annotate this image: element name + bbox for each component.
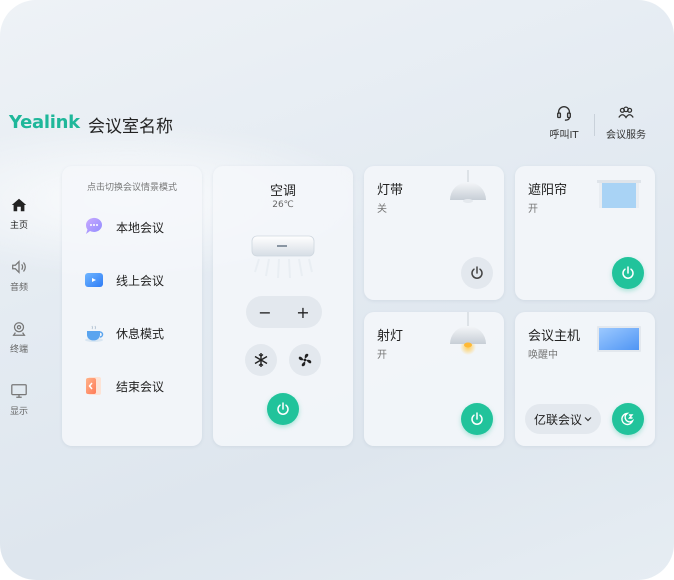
blinds-icon <box>597 180 641 208</box>
sidebar-item-home[interactable]: 主页 <box>0 196 38 231</box>
scene-label: 本地会议 <box>116 220 165 235</box>
scene-mode-card: 点击切换会议情景模式 本地会议 线上会议 休息模式 结束会议 <box>62 166 202 446</box>
air-conditioner-icon <box>251 235 315 279</box>
device-status: 关 <box>377 204 387 215</box>
device-title: 灯带 <box>377 183 404 198</box>
chat-bubble-icon <box>85 217 102 234</box>
sidebar-item-display[interactable]: 显示 <box>0 382 38 417</box>
header-divider <box>594 114 595 136</box>
power-icon <box>277 402 289 415</box>
speaker-icon <box>12 260 26 274</box>
sidebar-item-label: 音频 <box>9 283 28 293</box>
host-sleep-button[interactable] <box>612 403 644 435</box>
scene-hint: 点击切换会议情景模式 <box>86 183 177 193</box>
temp-decrease-button[interactable]: − <box>258 303 271 322</box>
people-icon <box>618 106 634 119</box>
exit-door-icon <box>86 377 101 395</box>
pendant-lamp-icon <box>450 170 486 203</box>
device-status: 唤醒中 <box>528 350 558 361</box>
ac-title: 空调 <box>269 184 296 199</box>
video-icon <box>85 273 103 287</box>
blinds-power-button[interactable] <box>612 257 644 289</box>
sidebar-item-label: 主页 <box>9 221 28 231</box>
sidebar-item-label: 终端 <box>9 345 28 355</box>
temp-increase-button[interactable]: + <box>296 303 309 322</box>
device-title: 会议主机 <box>528 329 581 344</box>
meeting-host-card: 会议主机 唤醒中 亿联会议 <box>515 312 655 446</box>
fan-mode-button[interactable] <box>289 344 321 376</box>
home-icon <box>11 198 27 212</box>
webcam-icon <box>12 322 26 336</box>
scene-end-meeting[interactable]: 结束会议 <box>84 374 164 398</box>
scene-label: 休息模式 <box>116 326 165 341</box>
light-strip-power-button[interactable] <box>461 257 493 289</box>
snowflake-icon <box>254 353 268 367</box>
spotlight-lamp-icon <box>450 312 486 355</box>
page-title: 会议室名称 <box>88 117 173 137</box>
device-title: 遮阳帘 <box>528 183 568 198</box>
sidebar-item-terminal[interactable]: 终端 <box>0 320 38 355</box>
meeting-app-selected: 亿联会议 <box>533 412 582 427</box>
control-panel-screen: Yealink 会议室名称 呼叫IT 会议服务 主页 音频 终端 显示 点击切换… <box>0 0 674 580</box>
scene-local-meeting[interactable]: 本地会议 <box>84 215 164 239</box>
ac-power-button[interactable] <box>267 393 299 425</box>
scene-label: 结束会议 <box>116 379 165 394</box>
device-status: 开 <box>377 350 387 361</box>
ac-temperature: 26℃ <box>272 200 294 210</box>
coffee-cup-icon <box>85 325 104 342</box>
cool-mode-button[interactable] <box>245 344 277 376</box>
spotlight-power-button[interactable] <box>461 403 493 435</box>
device-title: 射灯 <box>377 329 404 344</box>
monitor-icon <box>11 384 27 398</box>
meeting-service-button[interactable]: 会议服务 <box>596 104 656 141</box>
device-status: 开 <box>528 204 538 215</box>
sidebar-item-label: 显示 <box>9 407 28 417</box>
chevron-down-icon <box>584 417 592 422</box>
brand-logo: Yealink <box>9 112 80 133</box>
headset-icon <box>557 106 571 121</box>
meeting-service-label: 会议服务 <box>606 130 646 141</box>
call-it-label: 呼叫IT <box>549 130 579 141</box>
power-icon <box>471 412 483 425</box>
power-icon <box>622 266 634 279</box>
display-screen-icon <box>597 326 641 352</box>
power-icon <box>471 266 483 279</box>
air-conditioner-card: 空调 26℃ − + <box>213 166 353 446</box>
fan-icon <box>298 353 312 367</box>
temperature-stepper: − + <box>246 296 322 328</box>
scene-rest-mode[interactable]: 休息模式 <box>84 321 164 345</box>
moon-sleep-icon <box>621 412 635 426</box>
call-it-button[interactable]: 呼叫IT <box>534 104 594 141</box>
spotlight-card: 射灯 开 <box>364 312 504 446</box>
meeting-app-select[interactable]: 亿联会议 <box>525 404 601 434</box>
scene-label: 线上会议 <box>116 273 165 288</box>
sidebar-item-audio[interactable]: 音频 <box>0 258 38 293</box>
scene-online-meeting[interactable]: 线上会议 <box>84 268 164 292</box>
light-strip-card: 灯带 关 <box>364 166 504 300</box>
blinds-card: 遮阳帘 开 <box>515 166 655 300</box>
